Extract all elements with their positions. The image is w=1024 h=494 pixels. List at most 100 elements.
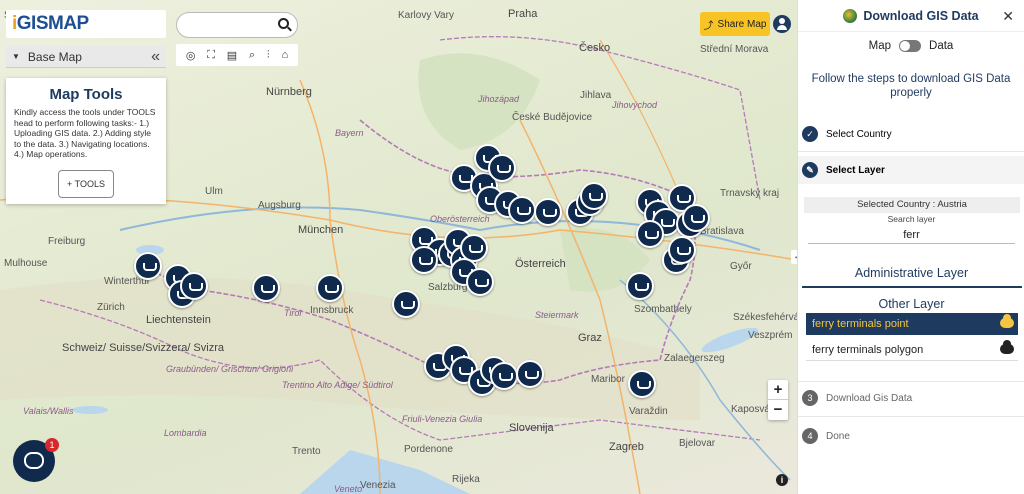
step-download-gis-data[interactable]: 3 Download Gis Data xyxy=(798,384,1024,412)
logo-text: GISMAP xyxy=(16,13,89,34)
ferry-terminal-marker-icon[interactable] xyxy=(410,246,438,274)
map-place-label: Freiburg xyxy=(48,236,86,247)
step-select-country[interactable]: ✓ Select Country xyxy=(798,120,1024,148)
map-data-toggle[interactable] xyxy=(899,40,922,52)
map-place-label: Oberösterreich xyxy=(430,214,490,224)
layer-item-ferry-polygon[interactable]: ferry terminals polygon xyxy=(806,339,1018,361)
administrative-layer-heading[interactable]: Administrative Layer xyxy=(798,266,1024,280)
user-icon[interactable] xyxy=(773,15,791,33)
search-input[interactable] xyxy=(187,13,283,37)
search-icon[interactable] xyxy=(278,18,289,29)
ferry-terminal-marker-icon[interactable] xyxy=(488,154,516,182)
ferry-terminal-marker-icon[interactable] xyxy=(580,182,608,210)
tools-button[interactable]: + TOOLS xyxy=(58,169,114,198)
map-place-label: Steiermark xyxy=(535,310,579,320)
cloud-download-icon[interactable] xyxy=(1000,314,1014,328)
map-place-label: Augsburg xyxy=(258,200,301,211)
panel-title: Download GIS Data xyxy=(863,8,979,23)
alpine-lake xyxy=(72,406,108,414)
instructions-text: Follow the steps to download GIS Data pr… xyxy=(811,73,1011,99)
search-layer-input[interactable] xyxy=(808,226,1015,244)
zoom-control: + − xyxy=(768,380,788,420)
share-map-button[interactable]: ⤴ Share Map xyxy=(700,12,770,36)
basemap-bar[interactable]: ▼ Base Map « xyxy=(6,46,166,68)
ferry-terminal-marker-icon[interactable] xyxy=(628,370,656,398)
other-layer-heading: Other Layer xyxy=(878,297,945,311)
map-place-label: Innsbruck xyxy=(310,305,354,316)
ferry-terminal-marker-icon[interactable] xyxy=(134,252,162,280)
cloud-download-icon[interactable] xyxy=(1000,340,1014,354)
ferry-terminal-marker-icon[interactable] xyxy=(316,274,344,302)
ferry-terminal-marker-icon[interactable] xyxy=(180,272,208,300)
collapse-icon[interactable]: « xyxy=(151,48,160,66)
ferry-terminal-marker-icon[interactable] xyxy=(668,236,696,264)
edit-icon: ✎ xyxy=(802,162,818,178)
map-place-label: Friuli-Venezia Giulia xyxy=(402,414,483,424)
map-place-label: Graubünden/ Grischun/ Grigioni xyxy=(166,364,294,374)
layer-item-ferry-point[interactable]: ferry terminals point xyxy=(806,313,1018,335)
map-place-label: Kaposvár xyxy=(731,404,774,415)
locate-icon[interactable]: ◎ xyxy=(186,49,196,62)
step-done[interactable]: 4 Done xyxy=(798,422,1024,450)
ferry-terminal-marker-icon[interactable] xyxy=(636,220,664,248)
search-box[interactable] xyxy=(176,12,298,38)
admin-layer-underline xyxy=(802,286,1022,288)
step-select-layer[interactable]: ✎ Select Layer xyxy=(798,156,1024,184)
ferry-terminal-marker-icon[interactable] xyxy=(466,268,494,296)
map-place-label: Liechtenstein xyxy=(146,314,211,326)
print-icon[interactable]: ▤ xyxy=(227,49,237,62)
close-icon[interactable]: ✕ xyxy=(1002,8,1014,25)
map-place-label: Székesfehérvár xyxy=(733,312,797,323)
map-place-label: Jihovýchod xyxy=(612,100,658,110)
zoom-in-button[interactable]: + xyxy=(768,380,788,400)
map-place-label: Veszprém xyxy=(748,330,793,341)
fullscreen-icon[interactable]: ⛶ xyxy=(207,49,215,62)
layers-icon[interactable]: ⌂ xyxy=(281,49,288,61)
map-place-label: Graz xyxy=(578,332,602,344)
download-panel: Download GIS Data ✕ Map Data Follow the … xyxy=(797,0,1024,494)
ferry-terminal-marker-icon[interactable] xyxy=(392,290,420,318)
step-label: Select Country xyxy=(826,128,892,140)
step-number: 4 xyxy=(802,428,818,444)
chat-widget[interactable]: 1 xyxy=(13,438,59,482)
ferry-terminal-marker-icon[interactable] xyxy=(682,204,710,232)
layer-name: ferry terminals point xyxy=(812,318,909,330)
ferry-terminal-marker-icon[interactable] xyxy=(534,198,562,226)
map-place-label: Slovenija xyxy=(509,422,554,434)
map-place-label: Česko xyxy=(579,42,611,54)
globe-icon xyxy=(843,8,858,23)
map-place-label: Veneto xyxy=(334,484,363,494)
map-place-label: Tirol xyxy=(284,308,302,318)
map-canvas[interactable]: Karlovy Vary Praha Česko Nürnberg Jihlava Jih… xyxy=(0,0,797,494)
map-tools-description: Kindly access the tools under TOOLS head… xyxy=(14,107,156,159)
map-place-label: Szombathely xyxy=(634,304,692,315)
map-place-label: Venezia xyxy=(360,480,396,491)
search-location-icon[interactable]: ⌕ xyxy=(249,49,255,62)
ferry-terminal-marker-icon[interactable] xyxy=(516,360,544,388)
map-place-label: Jihozápad xyxy=(478,94,520,104)
zoom-out-button[interactable]: − xyxy=(768,400,788,420)
ferry-terminal-marker-icon[interactable] xyxy=(626,272,654,300)
info-icon[interactable]: i xyxy=(776,474,788,486)
map-tools-title: Map Tools xyxy=(49,86,123,103)
map-place-label: Zürich xyxy=(97,302,125,313)
map-place-label: Rijeka xyxy=(452,474,480,485)
map-toolbar: ◎ ⛶ ▤ ⌕ ⫶ ⌂ xyxy=(176,44,298,66)
caret-down-icon: ▼ xyxy=(12,52,20,61)
map-place-label: Maribor xyxy=(591,374,625,385)
map-place-label: Bayern xyxy=(335,128,364,138)
step-number: 3 xyxy=(802,390,818,406)
map-place-label: Lombardia xyxy=(164,428,207,438)
ferry-terminal-marker-icon[interactable] xyxy=(252,274,280,302)
gismap-logo[interactable]: i GISMAP xyxy=(6,10,166,38)
share-label: Share Map xyxy=(717,18,767,30)
map-place-label: Varaždin xyxy=(629,406,668,417)
chat-badge: 1 xyxy=(45,438,59,452)
map-place-label: Österreich xyxy=(515,258,566,270)
ferry-terminal-marker-icon[interactable] xyxy=(490,362,518,390)
ferry-terminal-marker-icon[interactable] xyxy=(508,196,536,224)
step-label: Download Gis Data xyxy=(826,392,913,404)
map-place-label: Győr xyxy=(730,261,752,272)
measure-icon[interactable]: ⫶ xyxy=(267,49,270,62)
map-place-label: Trnavský kraj xyxy=(720,188,780,199)
